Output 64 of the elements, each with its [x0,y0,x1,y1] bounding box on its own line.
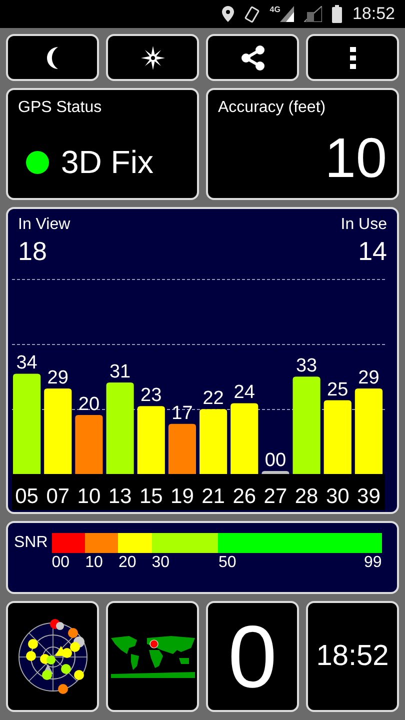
in-view-count: 18 [18,235,47,268]
snr-tick-label: 30 [152,555,170,571]
card-title: GPS Status [18,98,102,118]
accuracy-value: 10 [324,130,387,186]
snr-bar [200,409,228,474]
night-mode-button[interactable] [6,34,99,81]
satellite-id-label: 21 [202,485,225,508]
satellite-id-label: 26 [232,485,256,508]
bar-value-label: 24 [234,382,255,404]
snr-bar [137,406,165,474]
rotate-icon [244,6,260,22]
snr-label: SNR [14,535,48,551]
snr-bar [262,471,290,474]
gps-status-value: 3D Fix [61,143,154,182]
tile-value: 0 [228,612,277,700]
sky-plot-tile[interactable] [6,601,99,712]
in-use-count: 14 [358,235,387,268]
bar-value-label: 29 [47,367,68,388]
bar-value-label: 25 [327,379,348,400]
satellite-id-label: 13 [108,485,132,508]
compass-button[interactable] [106,34,199,81]
in-view-label: In View [18,215,70,235]
signal-icon [280,6,294,22]
satellite-id-label: 07 [46,485,70,508]
bar-value-label: 34 [16,352,38,374]
bar-value-label: 23 [140,385,162,406]
snr-tick-label: 10 [85,555,103,571]
location-icon [222,6,234,22]
bar-value-label: 17 [172,402,193,424]
snr-bar [75,415,103,474]
more-button[interactable] [306,34,399,81]
share-button[interactable] [206,34,299,81]
card-title: Accuracy (feet) [218,98,326,118]
satellite-id-label: 19 [170,485,194,508]
snr-bar [230,403,258,474]
snr-tick-label: 00 [52,555,70,571]
no-sim-signal-icon [304,6,322,22]
satellite-id-label: 39 [357,485,380,508]
snr-tick-label: 99 [364,555,382,571]
satellite-id-label: 27 [264,485,288,508]
bar-value-label: 29 [358,367,380,388]
status-time: 18:52 [352,3,395,26]
snr-tick-label: 50 [218,555,236,571]
satellite-id-label: 28 [294,485,318,508]
bar-value-label: 31 [109,362,131,383]
bar-value-label: 00 [264,450,286,471]
network-type-label: 4G [270,6,280,14]
snr-bar [168,424,196,474]
in-use-label: In Use [340,215,387,235]
clock-time: 18:52 [316,642,389,671]
snr-tick-label: 20 [118,555,136,571]
value-tile[interactable]: 0 [206,601,299,712]
more-icon [350,46,356,68]
world-map-tile[interactable] [106,601,199,712]
satellite-id-label: 30 [326,485,350,508]
satellite-id-label: 10 [77,485,101,508]
bar-value-label: 33 [296,356,318,377]
clock-tile[interactable]: 18:52 [306,601,399,712]
bar-value-label: 22 [202,388,224,410]
satellite-id-label: 05 [15,485,38,508]
share-icon [240,44,266,70]
battery-icon [332,5,342,23]
satellite-id-label: 15 [139,485,163,508]
compass-star-icon [140,46,164,70]
